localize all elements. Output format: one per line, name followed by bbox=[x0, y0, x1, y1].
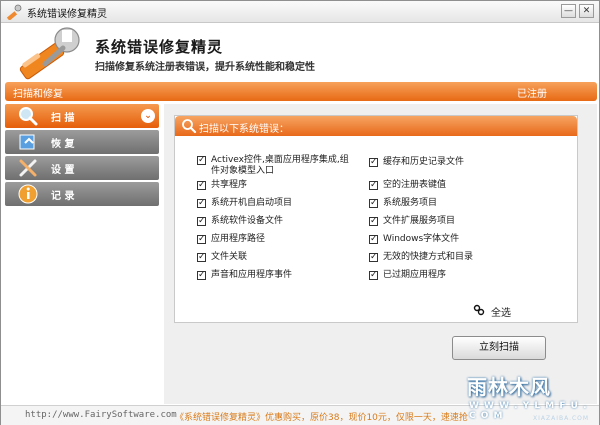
checkbox-mark: ✓ bbox=[197, 155, 206, 165]
sidebar-item-label: 设 置 bbox=[51, 165, 75, 176]
checkbox-mark: ✓ bbox=[197, 180, 206, 190]
sidebar-item-label: 记 录 bbox=[51, 191, 75, 202]
section-title: 扫描和修复 bbox=[13, 89, 63, 100]
sidebar-item-settings[interactable]: 设 置 bbox=[5, 156, 159, 180]
scan-options-header: 扫描以下系统错误： bbox=[175, 116, 577, 136]
sidebar: 扫 描 ⌄ 恢 复 设 置 记 录 bbox=[5, 104, 159, 404]
window-title: 系统错误修复精灵 bbox=[27, 9, 107, 20]
checkbox-mark: ✓ bbox=[369, 198, 378, 208]
promo-text[interactable]: 《系统错误修复精灵》优惠购买，原价38，现价10元，仅限一天，速速抢 bbox=[175, 410, 468, 423]
checkbox-label: 缓存和历史记录文件 bbox=[383, 157, 465, 167]
checkbox-label: 空的注册表键值 bbox=[383, 180, 447, 190]
header: 系统错误修复精灵 扫描修复系统注册表错误，提升系统性能和稳定性 bbox=[1, 24, 599, 82]
sidebar-item-restore[interactable]: 恢 复 bbox=[5, 130, 159, 154]
checkbox-label: 无效的快捷方式和目录 bbox=[383, 252, 474, 262]
app-name: 系统错误修复精灵 bbox=[95, 38, 224, 56]
checkbox-mark: ✓ bbox=[197, 270, 206, 280]
checkbox-label: 已过期应用程序 bbox=[383, 270, 447, 280]
checkbox-label: 文件关联 bbox=[211, 252, 248, 262]
checkbox-label: 系统服务项目 bbox=[383, 198, 438, 208]
app-description: 扫描修复系统注册表错误，提升系统性能和稳定性 bbox=[95, 62, 315, 73]
checkbox-mark: ✓ bbox=[197, 216, 206, 226]
minimize-button[interactable]: — bbox=[561, 4, 576, 18]
website-link[interactable]: http://www.FairySoftware.com bbox=[25, 410, 177, 420]
watermark-title: 雨林木风 bbox=[467, 375, 551, 399]
main-panel: 扫描以下系统错误： ✓ Activex控件,桌面应用程序集成,组件对象模型入口 … bbox=[164, 104, 597, 404]
sidebar-item-scan[interactable]: 扫 描 ⌄ bbox=[5, 104, 159, 128]
select-all-label: 全选 bbox=[491, 308, 511, 319]
checkbox-label: Windows字体文件 bbox=[383, 234, 460, 244]
checkbox-label: 声音和应用程序事件 bbox=[211, 270, 293, 280]
checkbox-label: 文件扩展服务项目 bbox=[383, 216, 456, 226]
checkbox-label: 系统软件设备文件 bbox=[211, 216, 284, 226]
close-button[interactable]: ✕ bbox=[579, 4, 594, 18]
watermark-subtext: XIAZAIBA.COM bbox=[533, 415, 590, 422]
chevron-down-icon: ⌄ bbox=[141, 109, 155, 123]
checkbox-mark: ✓ bbox=[369, 157, 378, 167]
sidebar-item-log[interactable]: 记 录 bbox=[5, 182, 159, 206]
watermark: 雨林木风 W W W . Y L M F U . C O M XIAZAIBA.… bbox=[463, 371, 597, 425]
magnifier-icon bbox=[182, 119, 197, 134]
restore-icon bbox=[19, 134, 35, 150]
checkbox-mark: ✓ bbox=[197, 252, 206, 262]
checkbox-label: Activex控件,桌面应用程序集成,组件对象模型入口 bbox=[211, 155, 349, 176]
checkbox-mark: ✓ bbox=[369, 234, 378, 244]
checkbox-label: 共享程序 bbox=[211, 180, 248, 190]
wrench-icon bbox=[6, 4, 22, 20]
sidebar-item-label: 扫 描 bbox=[51, 113, 75, 124]
scan-options-title: 扫描以下系统错误： bbox=[199, 124, 289, 135]
registration-status: 已注册 bbox=[517, 89, 547, 100]
checkbox-mark: ✓ bbox=[369, 270, 378, 280]
scan-options-box: 扫描以下系统错误： ✓ Activex控件,桌面应用程序集成,组件对象模型入口 … bbox=[174, 115, 578, 323]
tools-icon bbox=[19, 159, 37, 177]
checkbox-label: 应用程序路径 bbox=[211, 234, 266, 244]
link-chain-icon bbox=[473, 304, 485, 316]
checkbox-label: 系统开机自启动项目 bbox=[211, 198, 293, 208]
checkbox-mark: ✓ bbox=[369, 216, 378, 226]
checkbox-mark: ✓ bbox=[369, 180, 378, 190]
checkbox-mark: ✓ bbox=[197, 234, 206, 244]
info-icon bbox=[18, 184, 38, 204]
checkbox-mark: ✓ bbox=[369, 252, 378, 262]
app-window: 系统错误修复精灵 — ✕ 系统错误修复精灵 扫描修复系统注册表错误，提升系统性能… bbox=[0, 0, 600, 425]
magnifier-icon bbox=[19, 107, 38, 126]
wrench-logo-icon bbox=[19, 27, 80, 80]
checkbox-mark: ✓ bbox=[197, 198, 206, 208]
scan-now-button[interactable]: 立刻扫描 bbox=[452, 336, 546, 360]
section-band: 扫描和修复 已注册 bbox=[5, 82, 597, 101]
sidebar-item-label: 恢 复 bbox=[51, 139, 75, 150]
title-bar[interactable]: 系统错误修复精灵 — ✕ bbox=[1, 1, 599, 23]
